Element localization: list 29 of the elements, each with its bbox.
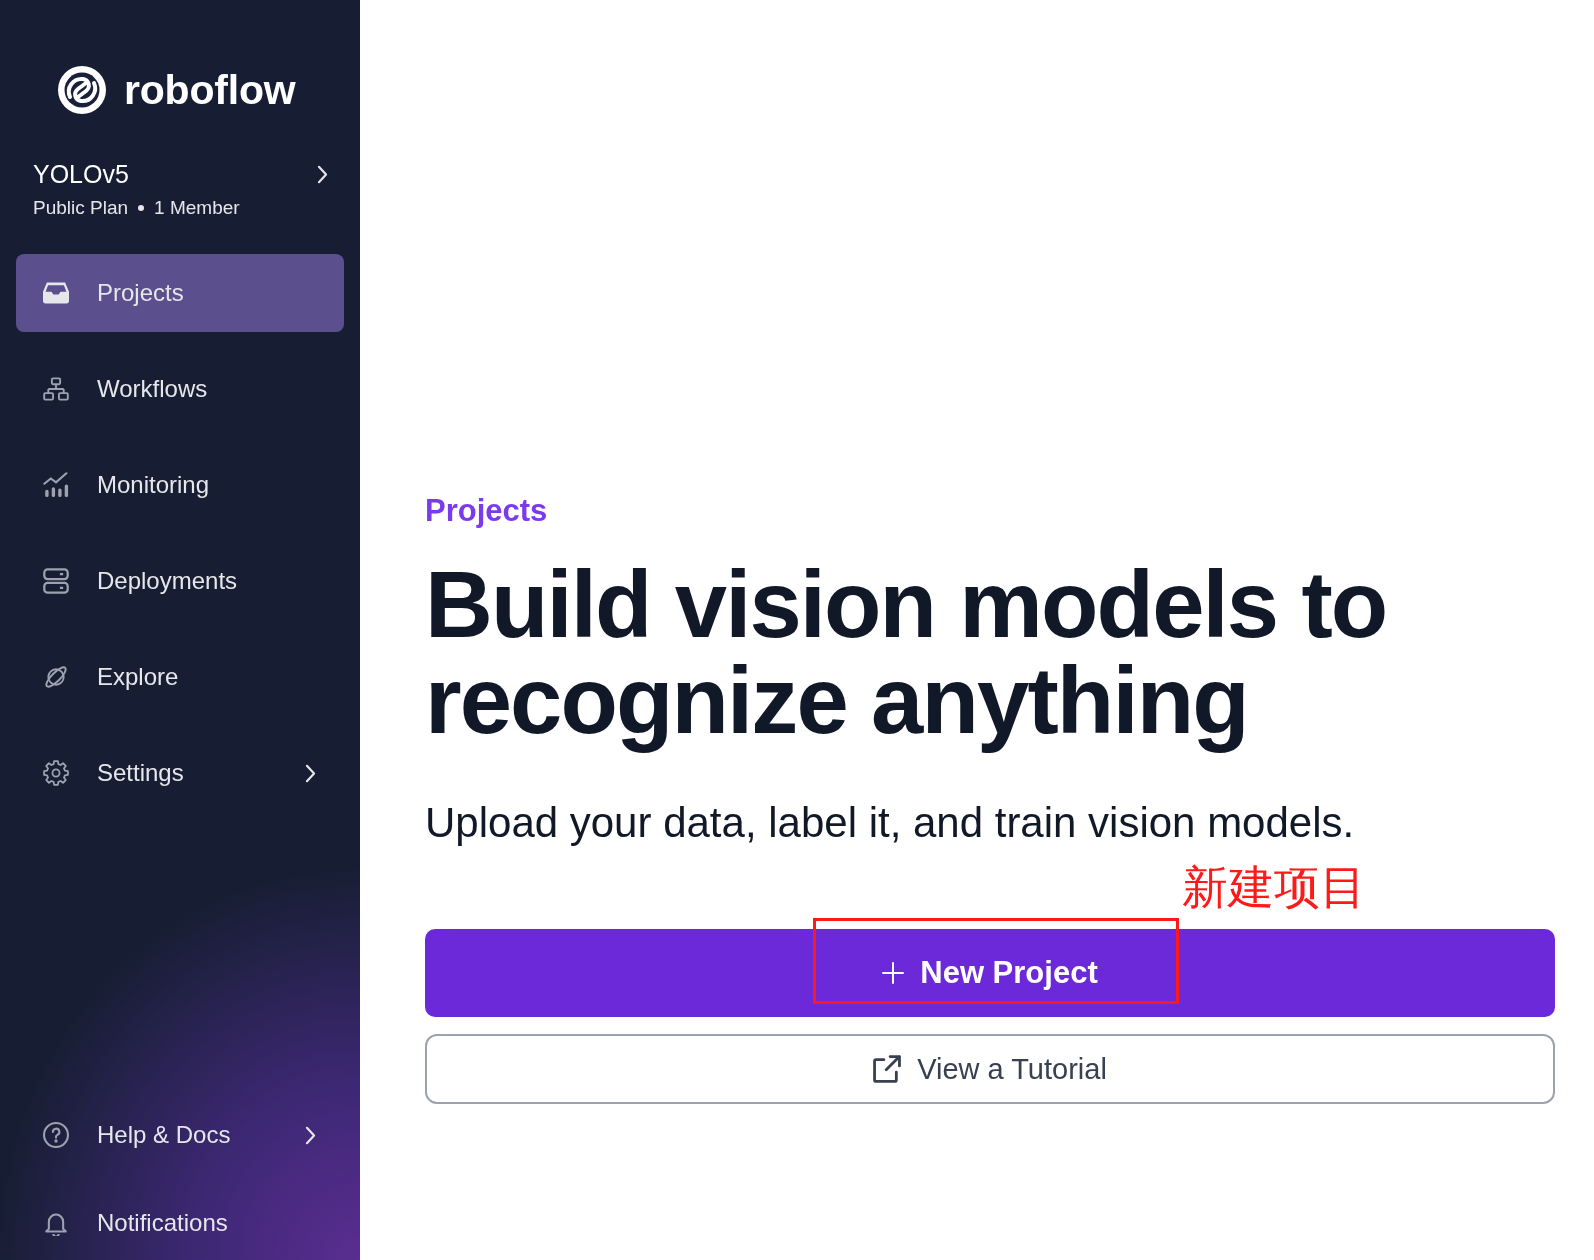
nav-item[interactable]: Notifications xyxy=(16,1188,344,1258)
planet-icon xyxy=(43,664,69,690)
separator-dot-icon xyxy=(138,205,145,211)
external-link-icon xyxy=(873,1055,902,1083)
inbox-icon xyxy=(43,280,69,306)
nav-item[interactable]: Explore xyxy=(16,638,344,716)
subtitle: Upload your data, label it, and train vision models. xyxy=(425,798,1356,848)
annotation-label: 新建项目 xyxy=(1182,861,1366,913)
logo-icon xyxy=(58,66,106,114)
new-project-button[interactable]: New Project xyxy=(425,929,1555,1017)
view-tutorial-button[interactable]: View a Tutorial xyxy=(425,1034,1555,1104)
nav-item[interactable]: Projects xyxy=(16,254,344,332)
nav-item[interactable]: Help & Docs xyxy=(16,1100,344,1170)
bar-chart-icon xyxy=(43,472,69,498)
plan-name: Public Plan xyxy=(33,196,129,220)
chevron-right-icon[interactable] xyxy=(317,164,328,184)
nav-item[interactable]: Monitoring xyxy=(16,446,344,524)
nav-item[interactable]: Workflows xyxy=(16,350,344,428)
logo-wordmark: roboflow xyxy=(124,66,296,114)
nav-item[interactable]: Settings xyxy=(16,734,344,812)
plus-icon xyxy=(882,962,905,984)
gear-icon xyxy=(43,760,69,786)
server-icon xyxy=(43,568,69,594)
nav-item[interactable]: Deployments xyxy=(16,542,344,620)
workspace-name[interactable]: YOLOv5 xyxy=(33,159,129,189)
sitemap-icon xyxy=(43,376,69,402)
help-icon xyxy=(43,1122,69,1148)
section-label: Projects xyxy=(425,493,549,529)
member-count: 1 Member xyxy=(154,196,240,220)
